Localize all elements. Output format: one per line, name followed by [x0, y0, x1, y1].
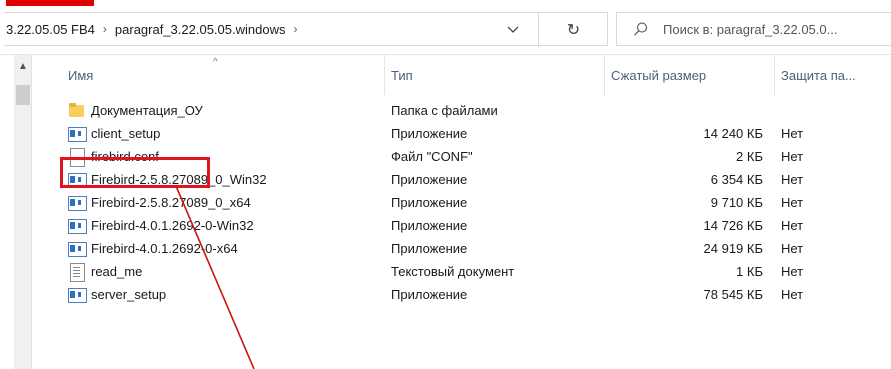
file-type: Приложение: [391, 172, 468, 187]
file-type: Папка с файлами: [391, 103, 498, 118]
file-size: 6 354 КБ: [710, 172, 763, 187]
scroll-up-icon[interactable]: ▲: [17, 61, 29, 73]
file-protect: Нет: [781, 241, 804, 256]
file-name-cell[interactable]: read_me: [68, 260, 385, 283]
app-icon: [68, 286, 87, 303]
refresh-button[interactable]: ↻: [538, 13, 608, 47]
file-protect: Нет: [781, 218, 804, 233]
column-header: ^ Имя Тип Сжатый размер Защита па...: [32, 55, 891, 95]
file-name-cell[interactable]: Firebird-4.0.1.2692-0-Win32: [68, 214, 385, 237]
breadcrumb-separator-icon[interactable]: ›: [293, 22, 297, 36]
file-type: Приложение: [391, 218, 468, 233]
file-name-cell[interactable]: server_setup: [68, 283, 385, 306]
table-row[interactable]: Firebird-2.5.8.27089_0_x64 Приложение 9 71…: [32, 191, 891, 214]
file-size: 2 КБ: [736, 149, 763, 164]
file-name-cell[interactable]: Firebird-4.0.1.2692-0-x64: [68, 237, 385, 260]
file-protect: Нет: [781, 172, 804, 187]
column-header-protect-label: Защита па...: [781, 67, 856, 83]
file-name-cell[interactable]: Firebird-2.5.8.27089_0_x64: [68, 191, 385, 214]
app-icon: [68, 125, 87, 142]
file-type: Текстовый документ: [391, 264, 515, 279]
file-name: client_setup: [91, 126, 161, 141]
breadcrumb-item-fb4[interactable]: 3.22.05.05 FB4: [6, 22, 95, 37]
file-size: 78 545 КБ: [703, 287, 763, 302]
table-row[interactable]: client_setup Приложение 14 240 КБ Нет: [32, 122, 891, 145]
file-name: Firebird-2.5.8.27089_0_x64: [91, 195, 251, 210]
table-row[interactable]: Firebird-4.0.1.2692-0-x64 Приложение 24 91…: [32, 237, 891, 260]
folder-icon: [68, 102, 85, 119]
file-name: server_setup: [91, 287, 167, 302]
file-size: [605, 99, 763, 122]
file-size: 24 919 КБ: [703, 241, 763, 256]
sort-ascending-icon: ^: [213, 57, 218, 68]
file-protect: Нет: [781, 149, 804, 164]
file-protect: Нет: [781, 126, 804, 141]
file-type: Приложение: [391, 287, 468, 302]
address-bar: 3.22.05.05 FB4 › paragraf_3.22.05.05.win…: [4, 12, 891, 47]
file-size: 14 726 КБ: [703, 218, 763, 233]
column-header-name-label: Имя: [68, 67, 94, 83]
column-header-name[interactable]: ^ Имя: [32, 55, 385, 95]
column-header-size-label: Сжатый размер: [611, 67, 707, 83]
breadcrumb[interactable]: 3.22.05.05 FB4 › paragraf_3.22.05.05.win…: [4, 12, 608, 47]
scrollbar-thumb[interactable]: [16, 85, 30, 105]
highlight-box: [60, 157, 210, 188]
column-header-protect[interactable]: Защита па...: [775, 55, 891, 95]
app-icon: [68, 217, 87, 234]
file-size: 9 710 КБ: [710, 195, 763, 210]
table-row[interactable]: Документация_ОУ Папка с файлами: [32, 99, 891, 122]
file-type: Приложение: [391, 126, 468, 141]
search-input[interactable]: Поиск в: paragraf_3.22.05.0...: [663, 22, 837, 37]
column-header-type[interactable]: Тип: [385, 55, 605, 95]
app-icon: [68, 194, 87, 211]
file-protect: Нет: [781, 195, 804, 210]
chevron-down-icon[interactable]: [504, 21, 522, 39]
file-name: Документация_ОУ: [91, 103, 203, 118]
file-protect: [781, 99, 881, 122]
text-icon: [68, 263, 85, 282]
column-header-type-label: Тип: [391, 67, 413, 83]
breadcrumb-item-windows[interactable]: paragraf_3.22.05.05.windows: [115, 22, 286, 37]
file-name: read_me: [91, 264, 143, 279]
refresh-icon: ↻: [566, 22, 581, 39]
column-header-size[interactable]: Сжатый размер: [605, 55, 775, 95]
file-size: 1 КБ: [736, 264, 763, 279]
file-name: Firebird-4.0.1.2692-0-Win32: [91, 218, 254, 233]
cropped-annotation-text: ▬▬▬▬: [0, 0, 140, 6]
search-icon: [633, 21, 649, 37]
file-protect: Нет: [781, 287, 804, 302]
table-row[interactable]: server_setup Приложение 78 545 КБ Нет: [32, 283, 891, 306]
file-size: 14 240 КБ: [703, 126, 763, 141]
file-name-cell[interactable]: Документация_ОУ: [68, 99, 385, 122]
search-box[interactable]: Поиск в: paragraf_3.22.05.0...: [616, 12, 891, 46]
file-type: Приложение: [391, 241, 468, 256]
file-type: Файл "CONF": [391, 149, 473, 164]
file-name-cell[interactable]: client_setup: [68, 122, 385, 145]
file-type: Приложение: [391, 195, 468, 210]
table-row[interactable]: Firebird-4.0.1.2692-0-Win32 Приложение 14 …: [32, 214, 891, 237]
file-name: Firebird-4.0.1.2692-0-x64: [91, 241, 238, 256]
file-protect: Нет: [781, 264, 804, 279]
vertical-scrollbar[interactable]: ▲: [14, 55, 32, 369]
table-row[interactable]: read_me Текстовый документ 1 КБ Нет: [32, 260, 891, 283]
app-icon: [68, 240, 87, 257]
file-list-pane: ▲ ^ Имя Тип Сжатый размер Защита па... Д…: [0, 54, 891, 369]
breadcrumb-separator-icon[interactable]: ›: [103, 22, 107, 36]
